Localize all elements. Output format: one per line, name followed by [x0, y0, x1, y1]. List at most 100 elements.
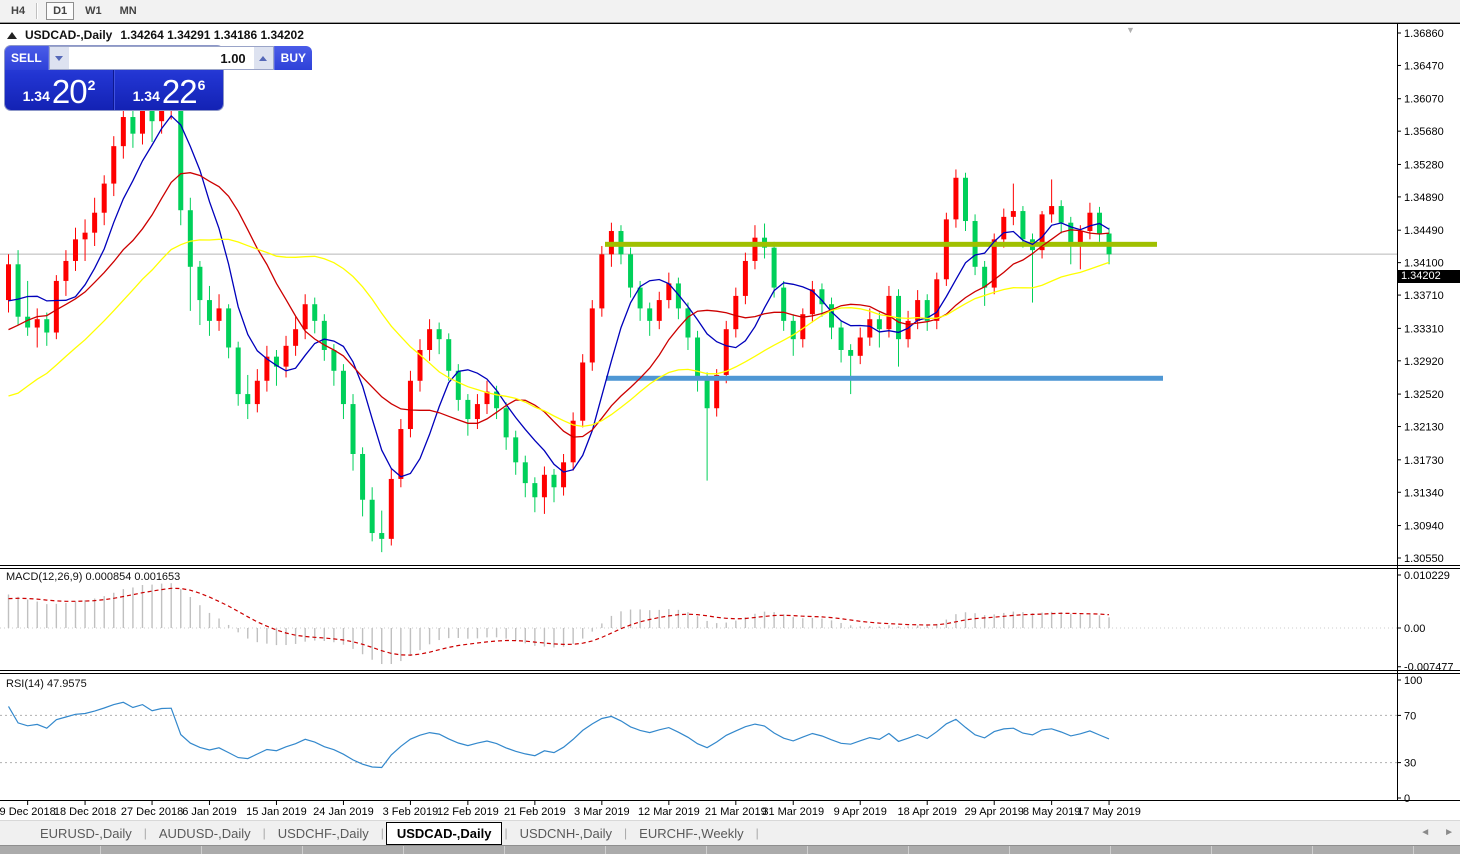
tab-separator: |	[379, 826, 386, 840]
svg-text:1.36860: 1.36860	[1404, 28, 1444, 40]
one-click-trading-panel: SELL BUY 1.34 20 2 1.34 22 6	[5, 46, 223, 110]
svg-text:0.00: 0.00	[1404, 623, 1425, 635]
terminal-strip-cell	[404, 846, 505, 854]
terminal-strip-cell	[808, 846, 909, 854]
svg-text:30: 30	[1404, 758, 1416, 770]
support-line[interactable]	[606, 376, 1163, 381]
spinner-down-icon	[55, 56, 63, 61]
svg-text:1.34490: 1.34490	[1404, 225, 1444, 237]
tab-separator: |	[502, 826, 509, 840]
terminal-strip-cell	[909, 846, 1010, 854]
lot-increase-button[interactable]	[254, 47, 273, 69]
terminal-strip-cell	[1111, 846, 1212, 854]
tab-usdcnh-daily[interactable]: USDCNH-,Daily	[510, 823, 622, 844]
mt4-window: H4 D1W1MN 1.36860 1.36470 1.36070 1.35680 1.3…	[0, 0, 1460, 854]
svg-text:1.34890: 1.34890	[1404, 192, 1444, 204]
svg-text:21 Mar 2019: 21 Mar 2019	[705, 806, 767, 818]
svg-text:8 May 2019: 8 May 2019	[1023, 806, 1080, 818]
tab-separator: |	[622, 826, 629, 840]
terminal-strip-cell	[303, 846, 404, 854]
svg-text:12 Mar 2019: 12 Mar 2019	[638, 806, 700, 818]
svg-text:21 Feb 2019: 21 Feb 2019	[504, 806, 566, 818]
lot-size-group	[49, 46, 274, 70]
terminal-strip-cell	[1010, 846, 1111, 854]
svg-text:24 Jan 2019: 24 Jan 2019	[313, 806, 374, 818]
svg-text:12 Feb 2019: 12 Feb 2019	[437, 806, 499, 818]
svg-text:1.32520: 1.32520	[1404, 389, 1444, 401]
svg-text:9 Dec 2018: 9 Dec 2018	[0, 806, 56, 818]
tab-audusd-daily[interactable]: AUDUSD-,Daily	[149, 823, 261, 844]
buy-price-sup: 6	[198, 77, 206, 93]
ohlc-values: 1.34264 1.34291 1.34186 1.34202	[120, 28, 304, 42]
svg-text:17 May 2019: 17 May 2019	[1077, 806, 1141, 818]
svg-text:70: 70	[1404, 710, 1416, 722]
tab-eurusd-daily[interactable]: EURUSD-,Daily	[30, 823, 142, 844]
svg-text:9 Apr 2019: 9 Apr 2019	[834, 806, 887, 818]
terminal-strip-cell	[101, 846, 202, 854]
svg-text:18 Dec 2018: 18 Dec 2018	[54, 806, 116, 818]
svg-text:100: 100	[1404, 675, 1422, 687]
buy-button[interactable]: BUY	[274, 46, 312, 70]
timeframe-button-h4[interactable]: H4	[4, 2, 32, 20]
svg-text:27 Dec 2018: 27 Dec 2018	[121, 806, 183, 818]
svg-text:1.35680: 1.35680	[1404, 126, 1444, 138]
svg-text:1.33710: 1.33710	[1404, 290, 1444, 302]
sell-button[interactable]: SELL	[5, 46, 49, 70]
toolbar-divider	[36, 3, 38, 19]
svg-text:18 Apr 2019: 18 Apr 2019	[898, 806, 957, 818]
rsi-label: RSI(14) 47.9575	[6, 678, 87, 690]
price-chart[interactable]: 1.368601.364701.360701.356801.352801.348…	[0, 23, 1460, 820]
svg-text:1.32920: 1.32920	[1404, 356, 1444, 368]
timeframe-button-mn[interactable]: MN	[113, 2, 144, 20]
svg-text:1.30550: 1.30550	[1404, 553, 1444, 565]
svg-text:1.36470: 1.36470	[1404, 60, 1444, 72]
terminal-strip-cell	[202, 846, 303, 854]
terminal-strip-cell	[606, 846, 707, 854]
timeframe-button-d1[interactable]: D1	[46, 2, 74, 20]
svg-text:29 Apr 2019: 29 Apr 2019	[965, 806, 1024, 818]
terminal-strip-cell	[1313, 846, 1414, 854]
sell-price-prefix: 1.34	[23, 85, 50, 107]
svg-text:1.31340: 1.31340	[1404, 487, 1444, 499]
spinner-up-icon	[259, 56, 267, 61]
timeframe-toolbar: H4 D1W1MN	[0, 0, 1460, 23]
terminal-strip	[0, 845, 1460, 854]
buy-price-big: 22	[162, 77, 197, 107]
svg-text:0: 0	[1404, 793, 1410, 805]
lot-size-input[interactable]	[69, 47, 254, 69]
sell-price-big: 20	[52, 77, 87, 107]
chart-shift-marker-icon: ▼	[1126, 25, 1135, 35]
timeframe-button-w1[interactable]: W1	[78, 2, 109, 20]
tab-separator: |	[754, 826, 761, 840]
svg-text:3 Mar 2019: 3 Mar 2019	[574, 806, 630, 818]
tab-separator: |	[142, 826, 149, 840]
chart-tabs: EURUSD-,Daily|AUDUSD-,Daily|USDCHF-,Dail…	[0, 820, 1460, 845]
terminal-strip-cell	[505, 846, 606, 854]
svg-text:1.30940: 1.30940	[1404, 521, 1444, 533]
tab-usdchf-daily[interactable]: USDCHF-,Daily	[268, 823, 379, 844]
terminal-strip-cell	[707, 846, 808, 854]
sell-price-box[interactable]: 1.34 20 2	[5, 70, 114, 110]
tab-eurchf-weekly[interactable]: EURCHF-,Weekly	[629, 823, 754, 844]
macd-label: MACD(12,26,9) 0.000854 0.001653	[6, 571, 180, 583]
svg-text:-0.007477: -0.007477	[1404, 662, 1454, 674]
svg-text:1.36070: 1.36070	[1404, 94, 1444, 106]
buy-price-box[interactable]: 1.34 22 6	[114, 70, 223, 110]
lot-decrease-button[interactable]	[50, 47, 69, 69]
svg-text:0.010229: 0.010229	[1404, 570, 1450, 582]
svg-text:1.31730: 1.31730	[1404, 455, 1444, 467]
svg-text:1.33310: 1.33310	[1404, 323, 1444, 335]
svg-text:15 Jan 2019: 15 Jan 2019	[246, 806, 307, 818]
tab-scroll-left-icon[interactable]: ◄	[1420, 827, 1430, 839]
svg-text:31 Mar 2019: 31 Mar 2019	[762, 806, 824, 818]
tab-separator: |	[261, 826, 268, 840]
buy-price-prefix: 1.34	[133, 85, 160, 107]
tab-usdcad-daily[interactable]: USDCAD-,Daily	[386, 822, 503, 845]
tab-scroll-right-icon[interactable]: ►	[1444, 827, 1454, 839]
collapse-panel-icon[interactable]	[7, 32, 17, 39]
svg-text:1.35280: 1.35280	[1404, 159, 1444, 171]
resistance-line[interactable]	[605, 242, 1157, 247]
chart-title: USDCAD-,Daily 1.34264 1.34291 1.34186 1.…	[7, 28, 304, 42]
svg-text:1.32130: 1.32130	[1404, 422, 1444, 434]
terminal-strip-cell	[0, 846, 101, 854]
